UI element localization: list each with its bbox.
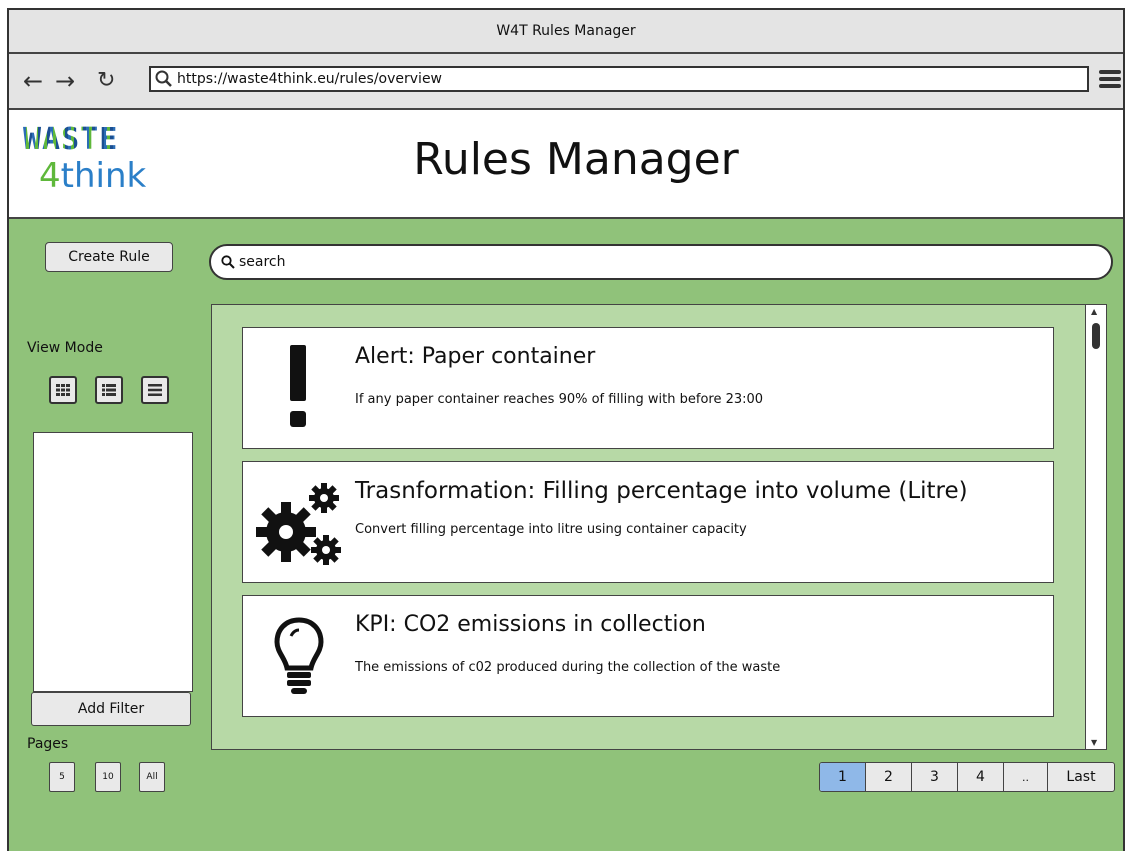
menu-icon[interactable] <box>1099 70 1121 91</box>
rule-card[interactable]: Trasnformation: Filling percentage into … <box>242 461 1054 583</box>
window-title: W4T Rules Manager <box>496 23 636 39</box>
app-header: WASTE 4think Rules Manager <box>9 110 1123 219</box>
rule-title: Trasnformation: Filling percentage into … <box>355 478 968 504</box>
rule-description: The emissions of c02 produced during the… <box>355 660 781 675</box>
url-bar[interactable]: https://waste4think.eu/rules/overview <box>149 66 1089 92</box>
page-size-5-button[interactable]: 5 <box>49 762 75 792</box>
gears-icon <box>251 472 347 572</box>
page-ellipsis-button[interactable]: .. <box>1004 763 1048 791</box>
view-mode-label: View Mode <box>27 340 103 356</box>
pagination: 1 2 3 4 .. Last <box>819 762 1115 792</box>
reload-icon[interactable]: ↻ <box>97 66 115 96</box>
rules-list: Alert: Paper container If any paper cont… <box>211 304 1103 750</box>
grid-view-icon[interactable] <box>49 376 77 404</box>
search-input[interactable]: search <box>209 244 1113 280</box>
rules-scrollbar[interactable]: ▲ ▼ <box>1085 304 1107 750</box>
back-arrow-icon[interactable]: ← <box>23 66 43 96</box>
scroll-down-icon[interactable]: ▼ <box>1091 738 1097 747</box>
search-icon <box>155 70 172 87</box>
create-rule-button[interactable]: Create Rule <box>45 242 173 272</box>
page-size-all-button[interactable]: All <box>139 762 165 792</box>
search-icon <box>221 255 235 269</box>
browser-navbar: ← → ↻ https://waste4think.eu/rules/overv… <box>9 54 1123 110</box>
scroll-up-icon[interactable]: ▲ <box>1091 307 1097 316</box>
lightbulb-icon <box>251 606 347 706</box>
scroll-thumb[interactable] <box>1092 323 1100 349</box>
rule-card[interactable]: Alert: Paper container If any paper cont… <box>242 327 1054 449</box>
url-text: https://waste4think.eu/rules/overview <box>177 71 443 87</box>
rule-card[interactable]: KPI: CO2 emissions in collection The emi… <box>242 595 1054 717</box>
window-titlebar: W4T Rules Manager <box>9 10 1123 54</box>
page-title: Rules Manager <box>413 134 739 185</box>
page-3-button[interactable]: 3 <box>912 763 958 791</box>
rule-description: If any paper container reaches 90% of fi… <box>355 392 764 407</box>
forward-arrow-icon[interactable]: → <box>55 66 75 96</box>
page-1-button[interactable]: 1 <box>820 763 866 791</box>
page-2-button[interactable]: 2 <box>866 763 912 791</box>
search-placeholder: search <box>239 254 286 270</box>
rule-description: Convert filling percentage into litre us… <box>355 522 747 537</box>
rule-title: Alert: Paper container <box>355 344 596 369</box>
rule-title: KPI: CO2 emissions in collection <box>355 612 706 637</box>
page-size-10-button[interactable]: 10 <box>95 762 121 792</box>
add-filter-button[interactable]: Add Filter <box>31 692 191 726</box>
browser-window: W4T Rules Manager ← → ↻ https://waste4th… <box>7 8 1125 851</box>
pages-label: Pages <box>27 736 69 752</box>
compact-list-view-icon[interactable] <box>141 376 169 404</box>
list-view-icon[interactable] <box>95 376 123 404</box>
page-4-button[interactable]: 4 <box>958 763 1004 791</box>
page-last-button[interactable]: Last <box>1048 763 1114 791</box>
filter-list[interactable] <box>33 432 193 692</box>
exclamation-icon <box>251 338 347 438</box>
